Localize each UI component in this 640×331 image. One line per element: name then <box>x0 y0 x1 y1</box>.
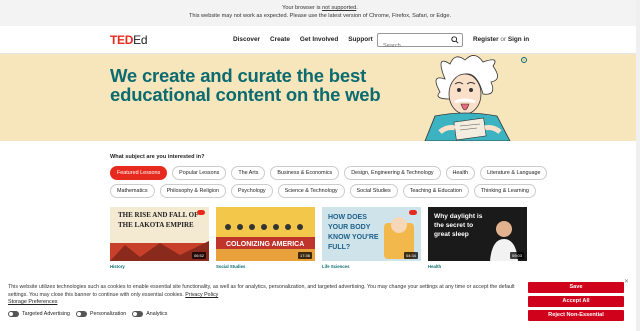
thumbnail-text: FULL? <box>328 244 350 251</box>
pill-business-economics[interactable]: Business & Economics <box>270 166 340 180</box>
hero-banner: We create and curate the best educationa… <box>0 54 640 141</box>
top-navigation: TEDEd Discover Create Get Involved Suppo… <box>0 26 640 54</box>
cookie-banner: This website utilizes technologies such … <box>0 276 640 331</box>
pill-social-studies[interactable]: Social Studies <box>349 184 398 198</box>
pill-featured-lessons[interactable]: Featured Lessons <box>110 166 168 180</box>
toggle-switch-icon[interactable] <box>8 311 19 317</box>
nav-create[interactable]: Create <box>270 36 290 43</box>
lesson-cards: THE RISE AND FALL OF THE LAKOTA EMPIRE 0… <box>110 207 527 269</box>
close-icon[interactable]: ✕ <box>624 278 629 285</box>
lesson-thumbnail[interactable]: COLONIZING AMERICA 17:36 <box>216 207 315 261</box>
lesson-card[interactable]: THE RISE AND FALL OF THE LAKOTA EMPIRE 0… <box>110 207 209 269</box>
toggle-analytics[interactable]: Analytics <box>132 311 167 317</box>
accept-all-button[interactable]: Accept All <box>528 296 624 307</box>
pill-health[interactable]: Health <box>445 166 476 180</box>
lesson-card[interactable]: COLONIZING AMERICA 17:36 Social Studies <box>216 207 315 269</box>
thumbnail-text: COLONIZING AMERICA <box>226 241 304 248</box>
video-duration: 09:03 <box>509 252 524 259</box>
info-badge-icon[interactable]: i <box>521 57 527 63</box>
storage-preferences-link[interactable]: Storage Preferences <box>8 299 57 305</box>
lesson-card[interactable]: Why daylight is the secret to great slee… <box>428 207 527 269</box>
thumbnail-text: THE LAKOTA EMPIRE <box>118 221 194 229</box>
warning-text: Your browser is <box>282 5 323 11</box>
cookie-toggles: Targeted Advertising Personalization Ana… <box>8 311 167 317</box>
cookie-text: This website utilizes technologies such … <box>8 284 515 298</box>
pill-psychology[interactable]: Psychology <box>231 184 273 198</box>
register-link[interactable]: Register <box>473 36 499 43</box>
pill-design-engineering[interactable]: Design, Engineering & Technology <box>344 166 441 180</box>
video-duration: 17:36 <box>297 252 312 259</box>
lesson-thumbnail[interactable]: THE RISE AND FALL OF THE LAKOTA EMPIRE 0… <box>110 207 209 261</box>
privacy-policy-link[interactable]: Privacy Policy <box>185 292 218 298</box>
nav-get-involved[interactable]: Get Involved <box>300 36 338 43</box>
thumbnail-text: KNOW YOU'RE <box>328 234 379 241</box>
page-scrollbar[interactable] <box>636 0 640 331</box>
video-duration: 04:34 <box>403 252 418 259</box>
video-duration: 06:52 <box>191 252 206 259</box>
auth-links: Register or Sign in <box>473 36 530 43</box>
browser-warning-banner: Your browser is not supported. This webs… <box>0 0 640 26</box>
toggle-targeted-advertising[interactable]: Targeted Advertising <box>8 311 70 317</box>
pill-literature-language[interactable]: Literature & Language <box>480 166 548 180</box>
nav-support[interactable]: Support <box>348 36 373 43</box>
subject-row-1: Featured Lessons Popular Lessons The Art… <box>110 166 548 180</box>
subject-row-2: Mathematics Philosophy & Religion Psycho… <box>110 184 536 198</box>
search-box <box>377 33 463 52</box>
einstein-illustration <box>424 55 511 141</box>
lesson-thumbnail[interactable]: HOW DOES YOUR BODY KNOW YOU'RE FULL? 04:… <box>322 207 421 261</box>
thumbnail-text: YOUR BODY <box>328 224 371 231</box>
search-input[interactable] <box>378 40 448 52</box>
pill-philosophy-religion[interactable]: Philosophy & Religion <box>159 184 227 198</box>
thumbnail-text: the secret to <box>434 222 473 229</box>
thumbnail-text: HOW DOES <box>328 214 367 221</box>
ted-badge-icon <box>409 210 417 215</box>
pill-thinking-learning[interactable]: Thinking & Learning <box>473 184 536 198</box>
signin-link[interactable]: Sign in <box>508 36 529 43</box>
lesson-card[interactable]: HOW DOES YOUR BODY KNOW YOU'RE FULL? 04:… <box>322 207 421 269</box>
lesson-category[interactable]: Life Sciences <box>322 264 421 269</box>
subject-question: What subject are you interested in? <box>110 154 205 160</box>
ted-badge-icon <box>197 210 205 215</box>
pill-mathematics[interactable]: Mathematics <box>110 184 155 198</box>
save-button[interactable]: Save <box>528 282 624 293</box>
thumbnail-text: great sleep <box>434 231 469 238</box>
lesson-thumbnail[interactable]: Why daylight is the secret to great slee… <box>428 207 527 261</box>
lesson-category[interactable]: History <box>110 264 209 269</box>
nav-discover[interactable]: Discover <box>233 36 260 43</box>
thumbnail-text: THE RISE AND FALL OF <box>118 211 198 219</box>
search-icon[interactable] <box>451 36 459 44</box>
toggle-personalization[interactable]: Personalization <box>76 311 126 317</box>
toggle-switch-icon[interactable] <box>132 311 144 317</box>
pill-teaching-education[interactable]: Teaching & Education <box>402 184 469 198</box>
reject-non-essential-button[interactable]: Reject Non-Essential <box>528 310 624 321</box>
pill-science-technology[interactable]: Science & Technology <box>277 184 345 198</box>
hero-title: We create and curate the best educationa… <box>110 65 381 105</box>
main-nav: Discover Create Get Involved Support <box>233 36 373 43</box>
lesson-category[interactable]: Social Studies <box>216 264 315 269</box>
subject-picker: What subject are you interested in? Feat… <box>110 154 548 202</box>
pill-popular-lessons[interactable]: Popular Lessons <box>172 166 227 180</box>
not-supported-link[interactable]: not supported <box>322 5 356 11</box>
thumbnail-text: Why daylight is <box>434 213 483 220</box>
pill-the-arts[interactable]: The Arts <box>231 166 266 180</box>
ted-ed-logo[interactable]: TEDEd <box>110 33 147 47</box>
lesson-category[interactable]: Health <box>428 264 527 269</box>
warning-detail: This website may not work as expected. P… <box>188 12 452 19</box>
toggle-switch-icon[interactable] <box>76 311 87 317</box>
